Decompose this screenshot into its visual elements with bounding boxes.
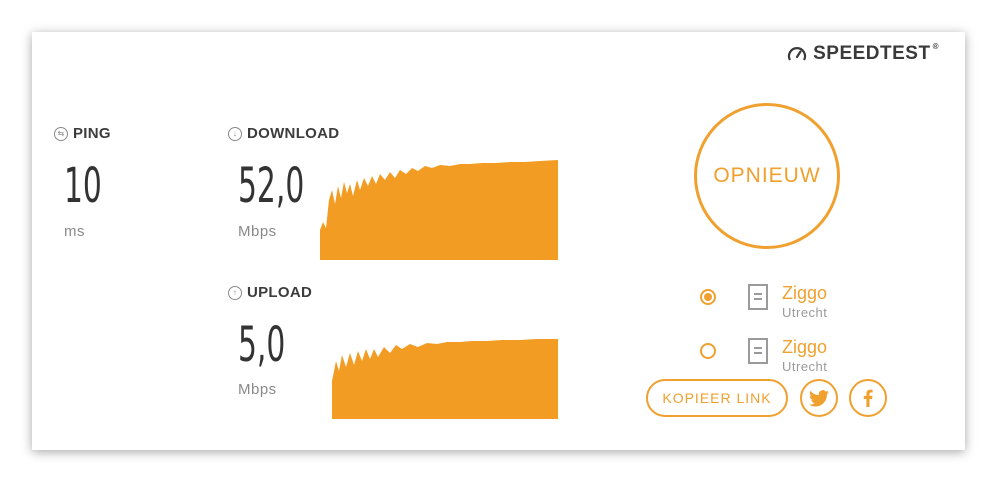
download-arrow-icon: ↓ (228, 126, 242, 141)
restart-button[interactable]: OPNIEUW (694, 103, 840, 249)
server-2-name: Ziggo (782, 337, 828, 357)
upload-label-text: UPLOAD (247, 284, 313, 301)
speedtest-logo[interactable]: SPEEDTEST ® (787, 41, 939, 65)
restart-label: OPNIEUW (713, 164, 821, 187)
upload-arrow-icon: ↑ (228, 285, 242, 300)
server-option-1[interactable]: Ziggo Utrecht (700, 284, 827, 319)
twitter-icon (809, 389, 829, 406)
ping-icon: ⇆ (54, 126, 68, 141)
download-label-text: DOWNLOAD (247, 125, 340, 142)
download-graph (320, 160, 558, 260)
server-document-icon (748, 338, 768, 364)
speedometer-icon (788, 47, 807, 61)
ping-label: ⇆ PING (54, 125, 111, 142)
server-option-2[interactable]: Ziggo Utrecht (700, 338, 827, 373)
download-value: 52,0 (238, 158, 305, 214)
server-document-icon (748, 284, 768, 310)
brand-name: SPEEDTEST (813, 43, 931, 64)
copy-link-button[interactable]: KOPIEER LINK (646, 379, 788, 417)
ping-value: 10 (64, 158, 102, 214)
speedtest-result-card: SPEEDTEST ® ⇆ PING 10 ms ↓ DOWNLOAD 52,0… (32, 32, 965, 450)
twitter-share-button[interactable] (800, 379, 838, 417)
server-1-name: Ziggo (782, 283, 828, 303)
download-graph-area (320, 160, 558, 260)
server-1-radio[interactable] (700, 289, 716, 305)
upload-unit: Mbps (238, 381, 277, 398)
server-2-location: Utrecht (782, 359, 828, 374)
upload-label: ↑ UPLOAD (228, 284, 312, 301)
upload-value: 5,0 (238, 317, 286, 373)
server-2-radio[interactable] (700, 343, 716, 359)
server-1-location: Utrecht (782, 305, 828, 320)
ping-label-text: PING (73, 125, 111, 142)
download-unit: Mbps (238, 223, 277, 240)
ping-unit: ms (64, 223, 85, 240)
upload-graph (332, 339, 558, 419)
copy-link-label: KOPIEER LINK (662, 390, 772, 406)
facebook-share-button[interactable] (849, 379, 887, 417)
download-label: ↓ DOWNLOAD (228, 125, 339, 142)
upload-graph-area (332, 339, 558, 419)
brand-trademark: ® (932, 41, 939, 51)
facebook-icon (863, 389, 873, 407)
